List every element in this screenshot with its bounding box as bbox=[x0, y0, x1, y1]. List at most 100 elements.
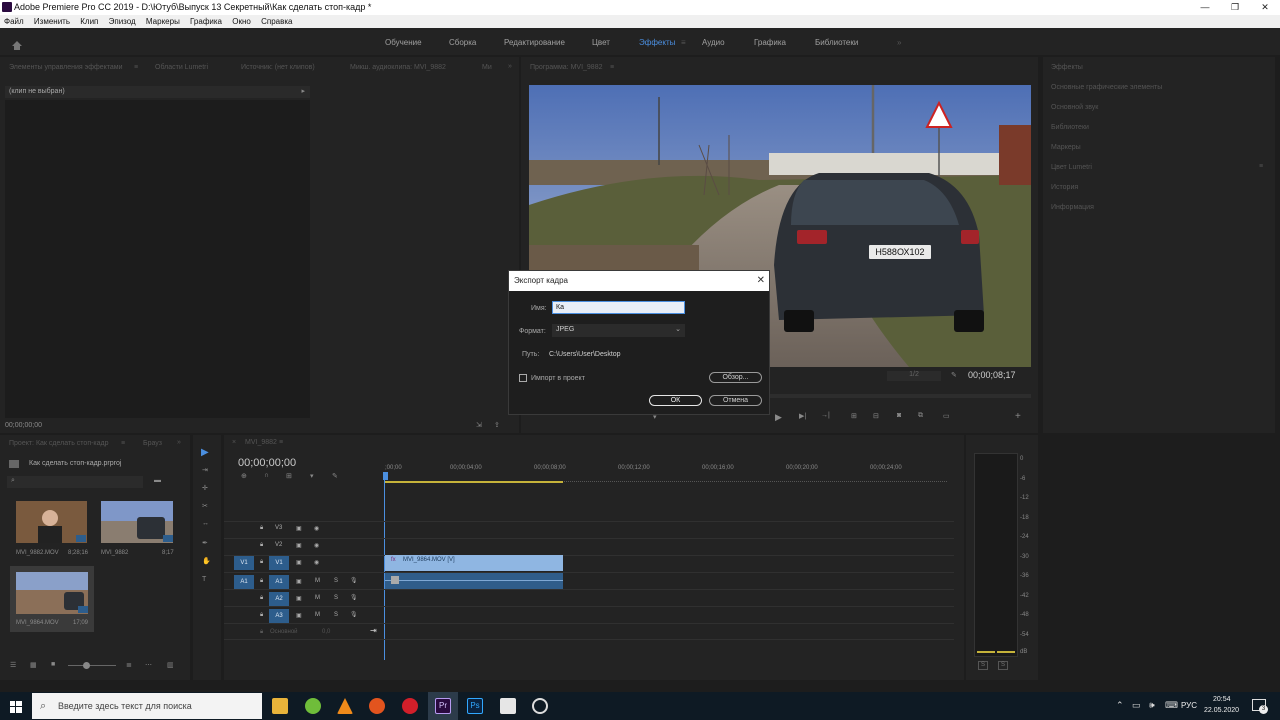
track-label-a3[interactable]: A3 bbox=[269, 609, 289, 623]
snap-icon[interactable]: ⊕ bbox=[241, 472, 247, 480]
panel-effects[interactable]: Эффекты bbox=[1051, 64, 1083, 71]
workspace-overflow-icon[interactable]: » bbox=[897, 38, 901, 47]
lock-icon[interactable]: 🔒︎ bbox=[260, 559, 263, 573]
wrench-icon[interactable]: ✎ bbox=[951, 371, 957, 379]
playhead-handle[interactable] bbox=[383, 472, 388, 480]
ok-button[interactable]: ОК bbox=[649, 395, 702, 406]
track-label-a2[interactable]: A2 bbox=[269, 592, 289, 606]
pen-tool-icon[interactable]: ✒ bbox=[202, 539, 208, 547]
sync-lock-icon[interactable]: ▣ bbox=[296, 578, 302, 592]
tab-audio-clip-mixer[interactable]: Микш. аудиоклипа: MVI_9882 bbox=[350, 64, 446, 71]
taskbar-active-premiere[interactable]: Pr bbox=[428, 692, 458, 720]
sync-lock-icon[interactable]: ▣ bbox=[296, 595, 302, 609]
lumetri-menu-icon[interactable]: ≡ bbox=[1259, 163, 1263, 170]
tray-chevron-up-icon[interactable]: ⌃ bbox=[1116, 700, 1124, 711]
new-bin-icon[interactable]: ▬ bbox=[154, 477, 161, 484]
panel-lumetri-color[interactable]: Цвет Lumetri bbox=[1051, 164, 1092, 171]
panel-libraries[interactable]: Библиотеки bbox=[1051, 124, 1089, 131]
workspace-color[interactable]: Цвет bbox=[592, 38, 610, 47]
microphone-icon[interactable]: 🎙︎ bbox=[350, 594, 358, 608]
panel-markers[interactable]: Маркеры bbox=[1051, 144, 1081, 151]
notification-icon[interactable]: 3 bbox=[1252, 699, 1268, 714]
vr-icon[interactable]: ▭ bbox=[943, 412, 950, 420]
solo-icon[interactable]: S bbox=[334, 578, 338, 592]
workspace-graphics[interactable]: Графика bbox=[754, 38, 786, 47]
format-dropdown[interactable]: JPEG ⌄ bbox=[552, 324, 685, 337]
export-frame-icon[interactable]: ◙ bbox=[897, 412, 901, 419]
network-icon[interactable]: ▭ bbox=[1132, 700, 1141, 711]
icon-view-icon[interactable]: ▦ bbox=[30, 661, 37, 669]
menu-help[interactable]: Справка bbox=[257, 15, 296, 26]
import-checkbox[interactable] bbox=[519, 374, 527, 382]
workspace-libraries[interactable]: Библиотеки bbox=[815, 38, 858, 47]
new-item-icon[interactable]: ▥ bbox=[167, 661, 174, 669]
timeline-tab[interactable]: MVI_9882 bbox=[245, 439, 277, 446]
workspace-menu-icon[interactable]: ≡ bbox=[681, 38, 686, 47]
sync-lock-icon[interactable]: ▣ bbox=[296, 559, 302, 573]
mute-icon[interactable]: M bbox=[315, 595, 320, 609]
home-icon[interactable] bbox=[12, 37, 22, 50]
restore-button[interactable]: ❐ bbox=[1220, 0, 1250, 15]
sync-lock-icon[interactable]: ▣ bbox=[296, 542, 302, 556]
panel-essential-sound[interactable]: Основной звук bbox=[1051, 104, 1098, 111]
video-clip[interactable]: fx MVI_9864.MOV [V] bbox=[385, 555, 563, 571]
app-icon[interactable] bbox=[305, 698, 321, 714]
lock-icon[interactable]: 🔒︎ bbox=[260, 578, 263, 592]
workspace-learning[interactable]: Обучение bbox=[385, 38, 422, 47]
clock-date[interactable]: 22.05.2020 bbox=[1204, 707, 1239, 714]
filter-icon[interactable]: ⇲ bbox=[476, 421, 482, 429]
solo-icon[interactable]: S bbox=[334, 612, 338, 626]
tab-project[interactable]: Проект: Как сделать стоп-кадр bbox=[9, 440, 109, 447]
menu-clip[interactable]: Клип bbox=[76, 15, 102, 26]
menu-file[interactable]: Файл bbox=[0, 15, 28, 26]
ripple-edit-tool-icon[interactable]: ✛ bbox=[202, 484, 208, 492]
play-clip-icon[interactable]: ▸ bbox=[301, 87, 305, 95]
timeline-settings-icon[interactable]: ✎ bbox=[332, 472, 338, 480]
source-target-v1[interactable]: V1 bbox=[234, 556, 254, 570]
work-area-bar[interactable] bbox=[385, 481, 563, 483]
go-to-out-icon[interactable]: →| bbox=[821, 412, 830, 419]
dialog-close-icon[interactable]: ✕ bbox=[757, 271, 765, 291]
linked-select-icon[interactable]: ∩ bbox=[264, 472, 269, 479]
source-target-a1[interactable]: A1 bbox=[234, 575, 254, 589]
opera-icon[interactable] bbox=[402, 698, 418, 714]
name-input[interactable]: Ка bbox=[552, 301, 685, 314]
tab-effect-controls[interactable]: Элементы управления эффектами bbox=[9, 64, 123, 71]
microphone-icon[interactable]: 🎙︎ bbox=[350, 577, 358, 591]
tab-source[interactable]: Источник: (нет клипов) bbox=[241, 64, 315, 71]
master-volume-value[interactable]: 0,0 bbox=[322, 629, 330, 643]
panel-overflow-icon[interactable]: » bbox=[508, 63, 512, 70]
eye-icon[interactable]: ◉ bbox=[314, 542, 319, 556]
menu-sequence[interactable]: Эпизод bbox=[105, 15, 140, 26]
project-thumb-2[interactable] bbox=[101, 501, 173, 543]
keyboard-icon[interactable]: ⌨ bbox=[1165, 700, 1178, 711]
tab-lumetri-scopes[interactable]: Области Lumetri bbox=[155, 64, 208, 71]
sort-icon[interactable]: ≣ bbox=[126, 661, 132, 669]
taskbar-search-input[interactable]: ⌕ Введите здесь текст для поиска bbox=[32, 693, 262, 719]
list-view-icon[interactable]: ☰ bbox=[10, 661, 16, 669]
firefox-icon[interactable] bbox=[369, 698, 385, 714]
freeform-view-icon[interactable]: ■ bbox=[51, 661, 55, 668]
workspace-effects[interactable]: Эффекты bbox=[639, 38, 675, 47]
play-icon[interactable]: ▶ bbox=[775, 412, 782, 423]
track-select-tool-icon[interactable]: ⇥ bbox=[202, 466, 208, 474]
sync-lock-icon[interactable]: ▣ bbox=[296, 525, 302, 539]
timeline-menu-icon[interactable]: ≡ bbox=[279, 439, 283, 446]
add-button-icon[interactable]: + bbox=[1015, 411, 1021, 422]
extract-icon[interactable]: ⊟ bbox=[873, 412, 879, 420]
panel-info[interactable]: Информация bbox=[1051, 204, 1094, 211]
tab-menu-icon[interactable]: ≡ bbox=[134, 64, 138, 71]
eye-icon[interactable]: ◉ bbox=[314, 525, 319, 539]
menu-window[interactable]: Окно bbox=[228, 15, 255, 26]
lock-icon[interactable]: 🔒︎ bbox=[260, 525, 263, 539]
track-label-v1[interactable]: V1 bbox=[269, 556, 289, 570]
meter-solo-left[interactable]: S bbox=[978, 661, 988, 670]
project-thumb-1[interactable] bbox=[16, 501, 87, 543]
zoom-slider[interactable] bbox=[68, 665, 116, 666]
vlc-icon[interactable] bbox=[337, 698, 353, 714]
go-to-end-icon[interactable]: ⇥ bbox=[370, 626, 377, 640]
lock-icon[interactable]: 🔒︎ bbox=[260, 595, 263, 609]
project-item-3-selected[interactable]: MVI_9864.MOV 17;09 bbox=[10, 566, 94, 632]
add-marker-icon[interactable]: ▾ bbox=[310, 472, 314, 480]
lock-icon[interactable]: 🔒︎ bbox=[260, 542, 263, 556]
